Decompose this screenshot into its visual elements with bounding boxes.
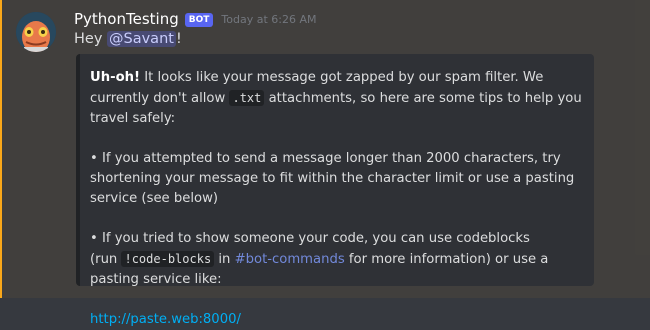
message-header: PythonTesting BOT Today at 6:26 AM (74, 8, 316, 30)
bot-tag: BOT (184, 12, 214, 27)
message-content: Hey @Savant! (74, 31, 182, 47)
avatar[interactable] (16, 12, 56, 52)
author-name[interactable]: PythonTesting (74, 10, 179, 28)
embed-text: in (214, 252, 235, 267)
embed-paragraph-4: http://paste.web:8000/ (90, 310, 588, 330)
embed-paragraph-3: • If you tried to show someone your code… (90, 229, 588, 290)
embed-paragraph-2: • If you attempted to send a message lon… (90, 151, 575, 206)
embed-text: • If you tried to show someone your code… (90, 231, 530, 246)
inline-code: .txt (229, 90, 265, 106)
inline-code: !code-blocks (121, 251, 215, 267)
embed: Uh-oh! It looks like your message got za… (76, 54, 594, 327)
embed-paragraph-1: Uh-oh! It looks like your message got za… (90, 68, 588, 129)
paste-service-link[interactable]: http://paste.web:8000/ (90, 312, 241, 327)
embed-text: (run (90, 252, 122, 267)
greeting-text: Hey (74, 31, 108, 47)
embed-bold-lead: Uh-oh! (90, 70, 141, 85)
greeting-end: ! (175, 31, 182, 47)
avatar-image (16, 12, 56, 52)
embed-description: Uh-oh! It looks like your message got za… (90, 68, 588, 330)
mention-stripe (0, 0, 2, 298)
user-mention[interactable]: @Savant (107, 31, 176, 47)
timestamp: Today at 6:26 AM (221, 12, 317, 26)
channel-link[interactable]: #bot-commands (235, 252, 345, 267)
